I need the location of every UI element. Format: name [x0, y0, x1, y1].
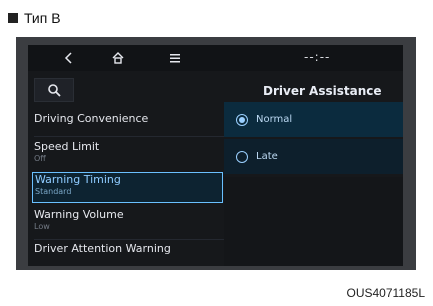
empty-panel: [224, 177, 403, 266]
menu-item-warning-volume[interactable]: Warning Volume Low: [34, 208, 224, 238]
menu-icon[interactable]: [167, 50, 183, 66]
menu-item-value: Off: [34, 154, 46, 163]
back-icon[interactable]: [61, 50, 77, 66]
menu-item-speed-limit[interactable]: Speed Limit Off: [34, 140, 224, 170]
option-label: Late: [256, 151, 278, 162]
option-late[interactable]: Late: [224, 139, 403, 174]
menu-item-label: Driver Attention Warning: [34, 242, 171, 255]
search-button[interactable]: [34, 78, 74, 102]
menu-item-label: Speed Limit: [34, 140, 100, 153]
search-icon: [48, 84, 61, 97]
menu-item-warning-timing[interactable]: Warning Timing Standard: [32, 172, 223, 203]
top-bar: --:--: [28, 45, 403, 71]
divider: [34, 239, 224, 240]
menu-item-driver-attention-warning[interactable]: Driver Attention Warning: [34, 242, 224, 264]
menu-item-label: Warning Timing: [35, 173, 121, 186]
clock: --:--: [304, 50, 331, 64]
home-icon[interactable]: [110, 50, 126, 66]
menu-item-label: Warning Volume: [34, 208, 124, 221]
options-panel: Normal Late: [224, 102, 403, 174]
radio-selected-icon: [236, 113, 248, 126]
menu-item-value: Standard: [35, 187, 72, 196]
option-normal[interactable]: Normal: [224, 102, 403, 137]
menu-item-label: Driving Convenience: [34, 112, 149, 125]
caption-text: Тип B: [24, 10, 61, 26]
page-title: Driver Assistance: [263, 84, 382, 98]
divider: [34, 136, 224, 137]
option-label: Normal: [256, 114, 293, 125]
infotainment-screen: --:-- Driver Assistance Driving Convenie…: [28, 45, 403, 266]
caption: Тип B: [8, 8, 61, 28]
reference-code: OUS4071185L: [346, 286, 425, 300]
menu-item-value: Low: [34, 222, 50, 231]
radio-empty-icon: [236, 150, 248, 163]
caption-square: [8, 13, 18, 23]
menu-item-driving-convenience[interactable]: Driving Convenience: [34, 112, 224, 134]
